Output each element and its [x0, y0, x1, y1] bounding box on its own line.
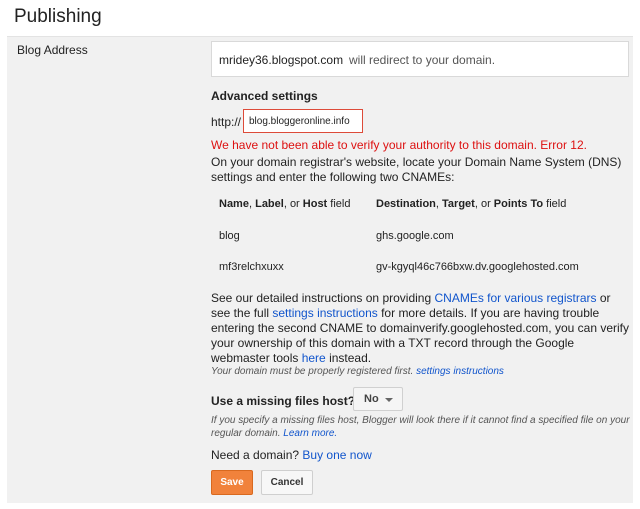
- missing-files-host-label: Use a missing files host?: [211, 394, 356, 408]
- error-message: We have not been able to verify your aut…: [211, 138, 587, 152]
- missing-files-host-select[interactable]: No: [353, 387, 403, 411]
- cname-header-name: Name, Label, or Host field: [219, 198, 351, 210]
- redirect-text: will redirect to your domain.: [349, 53, 496, 67]
- missing-files-host-description: If you specify a missing files host, Blo…: [211, 415, 630, 439]
- settings-instructions-link[interactable]: settings instructions: [272, 306, 377, 320]
- buy-domain-link[interactable]: Buy one now: [302, 448, 371, 462]
- note-settings-instructions-link[interactable]: settings instructions: [416, 366, 504, 377]
- cname-row-destination: gv-kgyql46c766bxw.dv.googlehosted.com: [376, 261, 579, 273]
- http-prefix: http://: [211, 115, 242, 129]
- cancel-button[interactable]: Cancel: [261, 470, 313, 495]
- need-domain: Need a domain? Buy one now: [211, 448, 372, 462]
- select-value: No: [364, 393, 379, 405]
- details-text: See our detailed instructions on providi…: [211, 291, 629, 365]
- advanced-settings-title: Advanced settings: [211, 89, 318, 103]
- dns-instructions: On your domain registrar's website, loca…: [211, 155, 622, 184]
- domain-input[interactable]: [243, 109, 363, 133]
- cname-row-name: mf3relchxuxx: [219, 261, 284, 273]
- chevron-down-icon: [385, 398, 393, 402]
- blog-address-label: Blog Address: [17, 43, 88, 57]
- cname-header-destination: Destination, Target, or Points To field: [376, 198, 567, 210]
- webmaster-tools-link[interactable]: here: [302, 351, 326, 365]
- cnames-registrars-link[interactable]: CNAMEs for various registrars: [434, 291, 596, 305]
- learn-more-link[interactable]: Learn more.: [283, 428, 337, 439]
- cname-row-name: blog: [219, 230, 240, 242]
- registration-note: Your domain must be properly registered …: [211, 366, 504, 377]
- blog-address-panel: Blog Address mridey36.blogspot.com will …: [7, 36, 633, 503]
- blog-address-box: mridey36.blogspot.com will redirect to y…: [211, 41, 629, 77]
- save-button[interactable]: Save: [211, 470, 253, 495]
- page-title: Publishing: [14, 6, 102, 27]
- current-domain: mridey36.blogspot.com: [219, 53, 344, 67]
- cname-row-destination: ghs.google.com: [376, 230, 454, 242]
